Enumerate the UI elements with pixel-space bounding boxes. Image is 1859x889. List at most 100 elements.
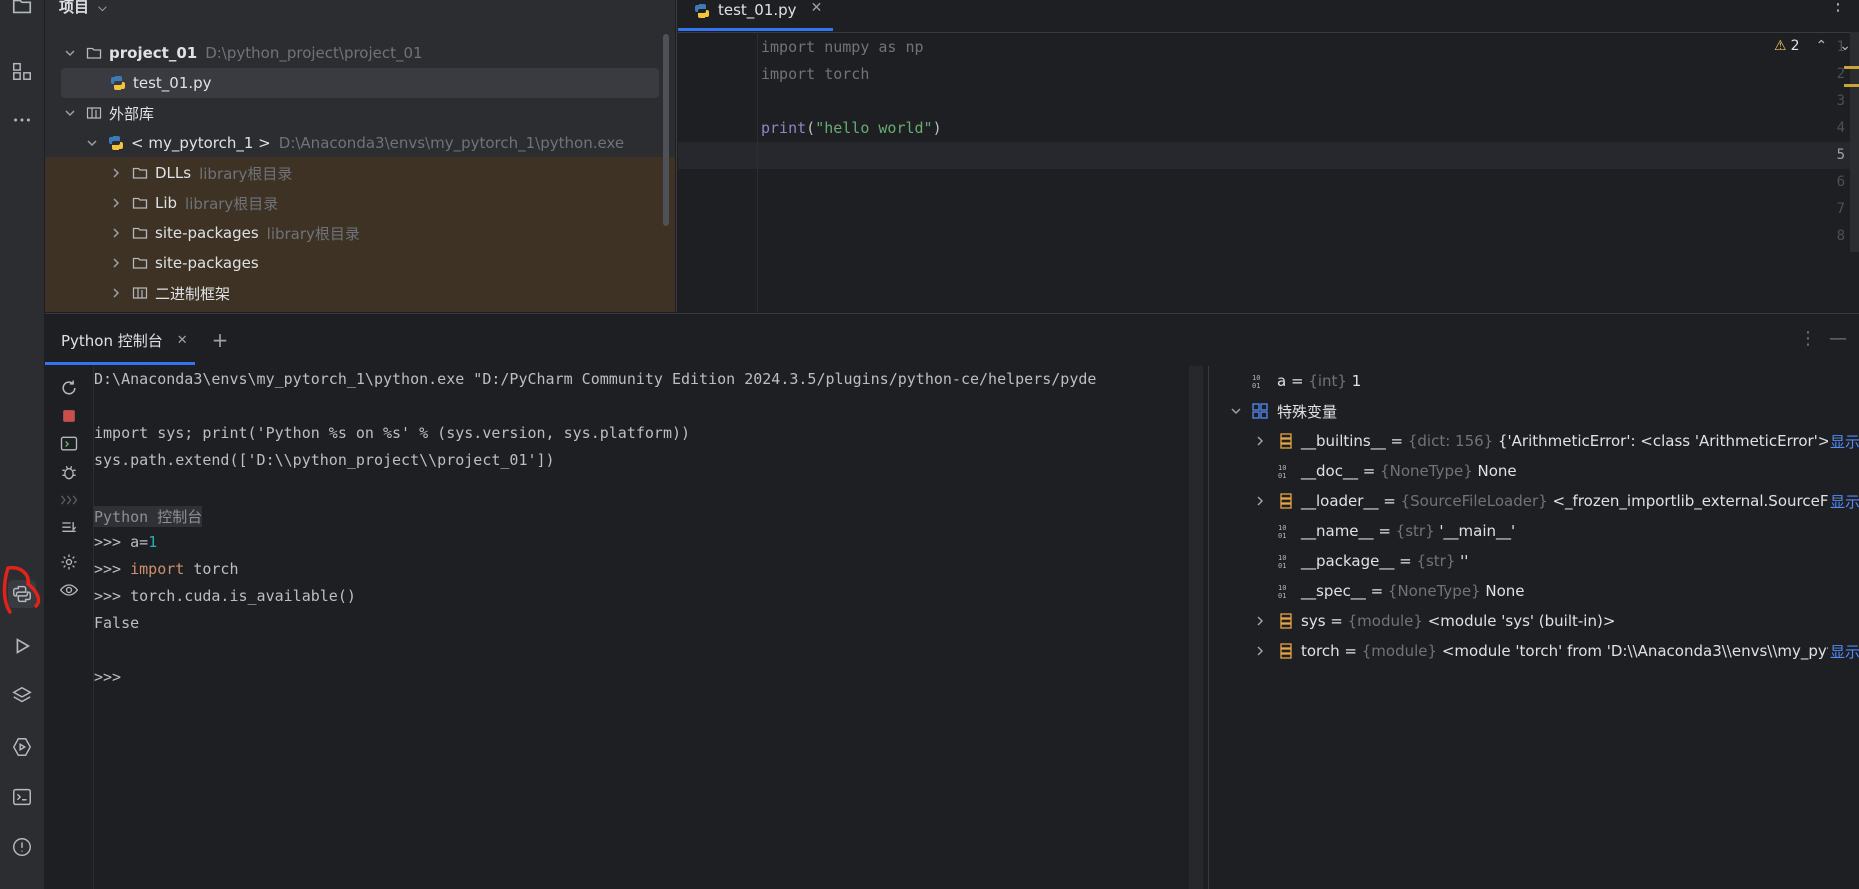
variable-row-spec[interactable]: 10 01 __spec__ = {NoneType} None	[1209, 576, 1859, 606]
variable-value: None	[1477, 462, 1517, 480]
more-icon[interactable]	[8, 106, 36, 134]
debug-icon[interactable]	[57, 460, 81, 484]
line-number: 8	[1836, 228, 1845, 244]
terminal-icon[interactable]	[8, 783, 36, 811]
tree-item-site-packages[interactable]: site-packages	[45, 248, 675, 278]
console-prompt: >>>	[94, 560, 131, 578]
variable-name: __package__	[1301, 552, 1395, 570]
code-string: "hello world"	[815, 119, 933, 137]
console-number: 1	[148, 533, 158, 551]
show-more-link[interactable]: 显示	[1827, 640, 1859, 662]
tree-item-external-libs[interactable]: 外部库	[45, 98, 675, 128]
close-icon[interactable]: ✕	[177, 333, 188, 348]
library-icon	[131, 284, 149, 302]
more-vertical-icon[interactable]: ⋮	[1829, 0, 1847, 15]
prompt-icon	[57, 488, 81, 512]
editor-scrollbar[interactable]	[1850, 32, 1859, 252]
code-line-1[interactable]: import numpy as np	[761, 38, 924, 56]
folder-icon	[131, 224, 149, 242]
console-line: sys.path.extend(['D:\\python_project\\pr…	[94, 451, 555, 469]
variable-name: __spec__	[1301, 582, 1366, 600]
variable-value: {'ArithmeticError': <class 'ArithmeticEr…	[1497, 432, 1859, 450]
console-toolbar	[45, 366, 94, 889]
layers-icon[interactable]	[8, 682, 36, 710]
tab-python-console[interactable]: Python 控制台 ✕ +	[45, 314, 228, 366]
tree-item-lib[interactable]: Lib library根目录	[45, 188, 675, 218]
variable-value: <_frozen_importlib_external.SourceFil...	[1552, 492, 1850, 510]
tree-item-test-file[interactable]: test_01.py	[61, 68, 659, 98]
variable-row-builtins[interactable]: __builtins__ = {dict: 156} {'ArithmeticE…	[1209, 426, 1859, 456]
show-more-link[interactable]: 显示	[1827, 430, 1859, 452]
console-scrollbar[interactable]	[1189, 366, 1203, 889]
tree-item-label: Lib	[155, 194, 178, 212]
project-scrollbar[interactable]	[663, 34, 669, 226]
variable-name: 特殊变量	[1277, 402, 1338, 421]
minimize-icon[interactable]: —	[1829, 328, 1847, 349]
svg-text:10: 10	[1252, 374, 1260, 382]
console-input-line: >>> torch.cuda.is_available()	[94, 587, 356, 605]
current-line-highlight	[678, 142, 1850, 169]
console-prompt-input[interactable]: >>>	[94, 668, 121, 686]
console-header: Python 控制台 ✕ + ⋮ —	[45, 313, 1859, 366]
tree-item-hint: D:\python_project\project_01	[205, 44, 423, 62]
python-file-icon	[109, 74, 127, 92]
collection-icon	[1277, 492, 1295, 510]
console-output-line: False	[94, 614, 140, 632]
scroll-to-end-icon[interactable]	[57, 516, 81, 540]
variable-row-loader[interactable]: __loader__ = {SourceFileLoader} <_frozen…	[1209, 486, 1859, 516]
tree-item-interpreter[interactable]: < my_pytorch_1 > D:\Anaconda3\envs\my_py…	[45, 128, 675, 158]
tree-item-hint: library根目录	[266, 224, 360, 243]
svg-text:10: 10	[1278, 554, 1286, 562]
chevron-down-icon	[85, 136, 99, 150]
tree-item-label: test_01.py	[133, 74, 212, 92]
collection-icon	[1277, 642, 1295, 660]
show-more-link[interactable]: 显示	[1827, 490, 1859, 512]
tree-item-label: DLLs	[155, 164, 192, 182]
console-tab-label: Python 控制台	[61, 331, 163, 350]
variable-type: {int}	[1308, 372, 1347, 390]
console-prompt: >>>	[94, 533, 131, 551]
variable-row-package[interactable]: 10 01 __package__ = {str} ''	[1209, 546, 1859, 576]
variable-name: __name__	[1301, 522, 1374, 540]
variable-group-special[interactable]: 特殊变量	[1209, 396, 1859, 426]
folder-icon	[131, 164, 149, 182]
close-icon[interactable]: ✕	[811, 0, 823, 16]
variable-row-doc[interactable]: 10 01 __doc__ = {NoneType} None	[1209, 456, 1859, 486]
chevron-up-icon[interactable]: ⌃	[1815, 38, 1827, 54]
variable-value: <module 'torch' from 'D:\\Anaconda3\\env…	[1441, 642, 1847, 660]
variable-type: {SourceFileLoader}	[1400, 492, 1548, 510]
variable-name: __doc__	[1301, 462, 1358, 480]
run-icon[interactable]	[8, 632, 36, 660]
variable-row-name[interactable]: 10 01 __name__ = {str} '__main__'	[1209, 516, 1859, 546]
settings-icon[interactable]	[57, 550, 81, 574]
add-icon[interactable]: +	[212, 328, 229, 352]
structure-icon[interactable]	[8, 57, 36, 85]
warning-indicator[interactable]: ⚠ 2 ⌃ ⌄	[1774, 38, 1851, 54]
tree-item-project[interactable]: project_01 D:\python_project\project_01	[45, 38, 675, 68]
variable-row-torch[interactable]: torch = {module} <module 'torch' from 'D…	[1209, 636, 1859, 666]
execute-icon[interactable]	[57, 432, 81, 456]
chevron-down-icon	[63, 106, 77, 120]
tree-item-binary-frameworks[interactable]: 二进制框架	[45, 278, 675, 308]
tree-item-dlls[interactable]: DLLs library根目录	[45, 158, 675, 188]
tree-item-site-packages-root[interactable]: site-packages library根目录	[45, 218, 675, 248]
variable-row-sys[interactable]: sys = {module} <module 'sys' (built-in)>	[1209, 606, 1859, 636]
project-panel-header[interactable]: 项目 ⌵	[59, 0, 107, 18]
line-number: 7	[1836, 201, 1845, 217]
more-vertical-icon[interactable]: ⋮	[1799, 328, 1817, 349]
variable-type: {NoneType}	[1387, 582, 1481, 600]
editor-tab-bar: test_01.py ✕ ⋮	[678, 0, 1859, 33]
services-icon[interactable]	[8, 733, 36, 761]
console-output[interactable]: D:\Anaconda3\envs\my_pytorch_1\python.ex…	[94, 366, 1206, 889]
eye-icon[interactable]	[57, 578, 81, 602]
chevron-right-icon	[1253, 434, 1267, 448]
python-icon	[107, 134, 125, 152]
code-line-2[interactable]: import torch	[761, 65, 869, 83]
stop-icon[interactable]	[57, 404, 81, 428]
rerun-icon[interactable]	[57, 376, 81, 400]
variable-type: {NoneType}	[1380, 462, 1473, 480]
folder-icon[interactable]	[8, 0, 36, 20]
code-line-4[interactable]: print("hello world")	[761, 119, 942, 137]
problems-icon[interactable]	[8, 833, 36, 861]
variable-row-a[interactable]: 10 01 a = {int} 1	[1209, 366, 1859, 396]
